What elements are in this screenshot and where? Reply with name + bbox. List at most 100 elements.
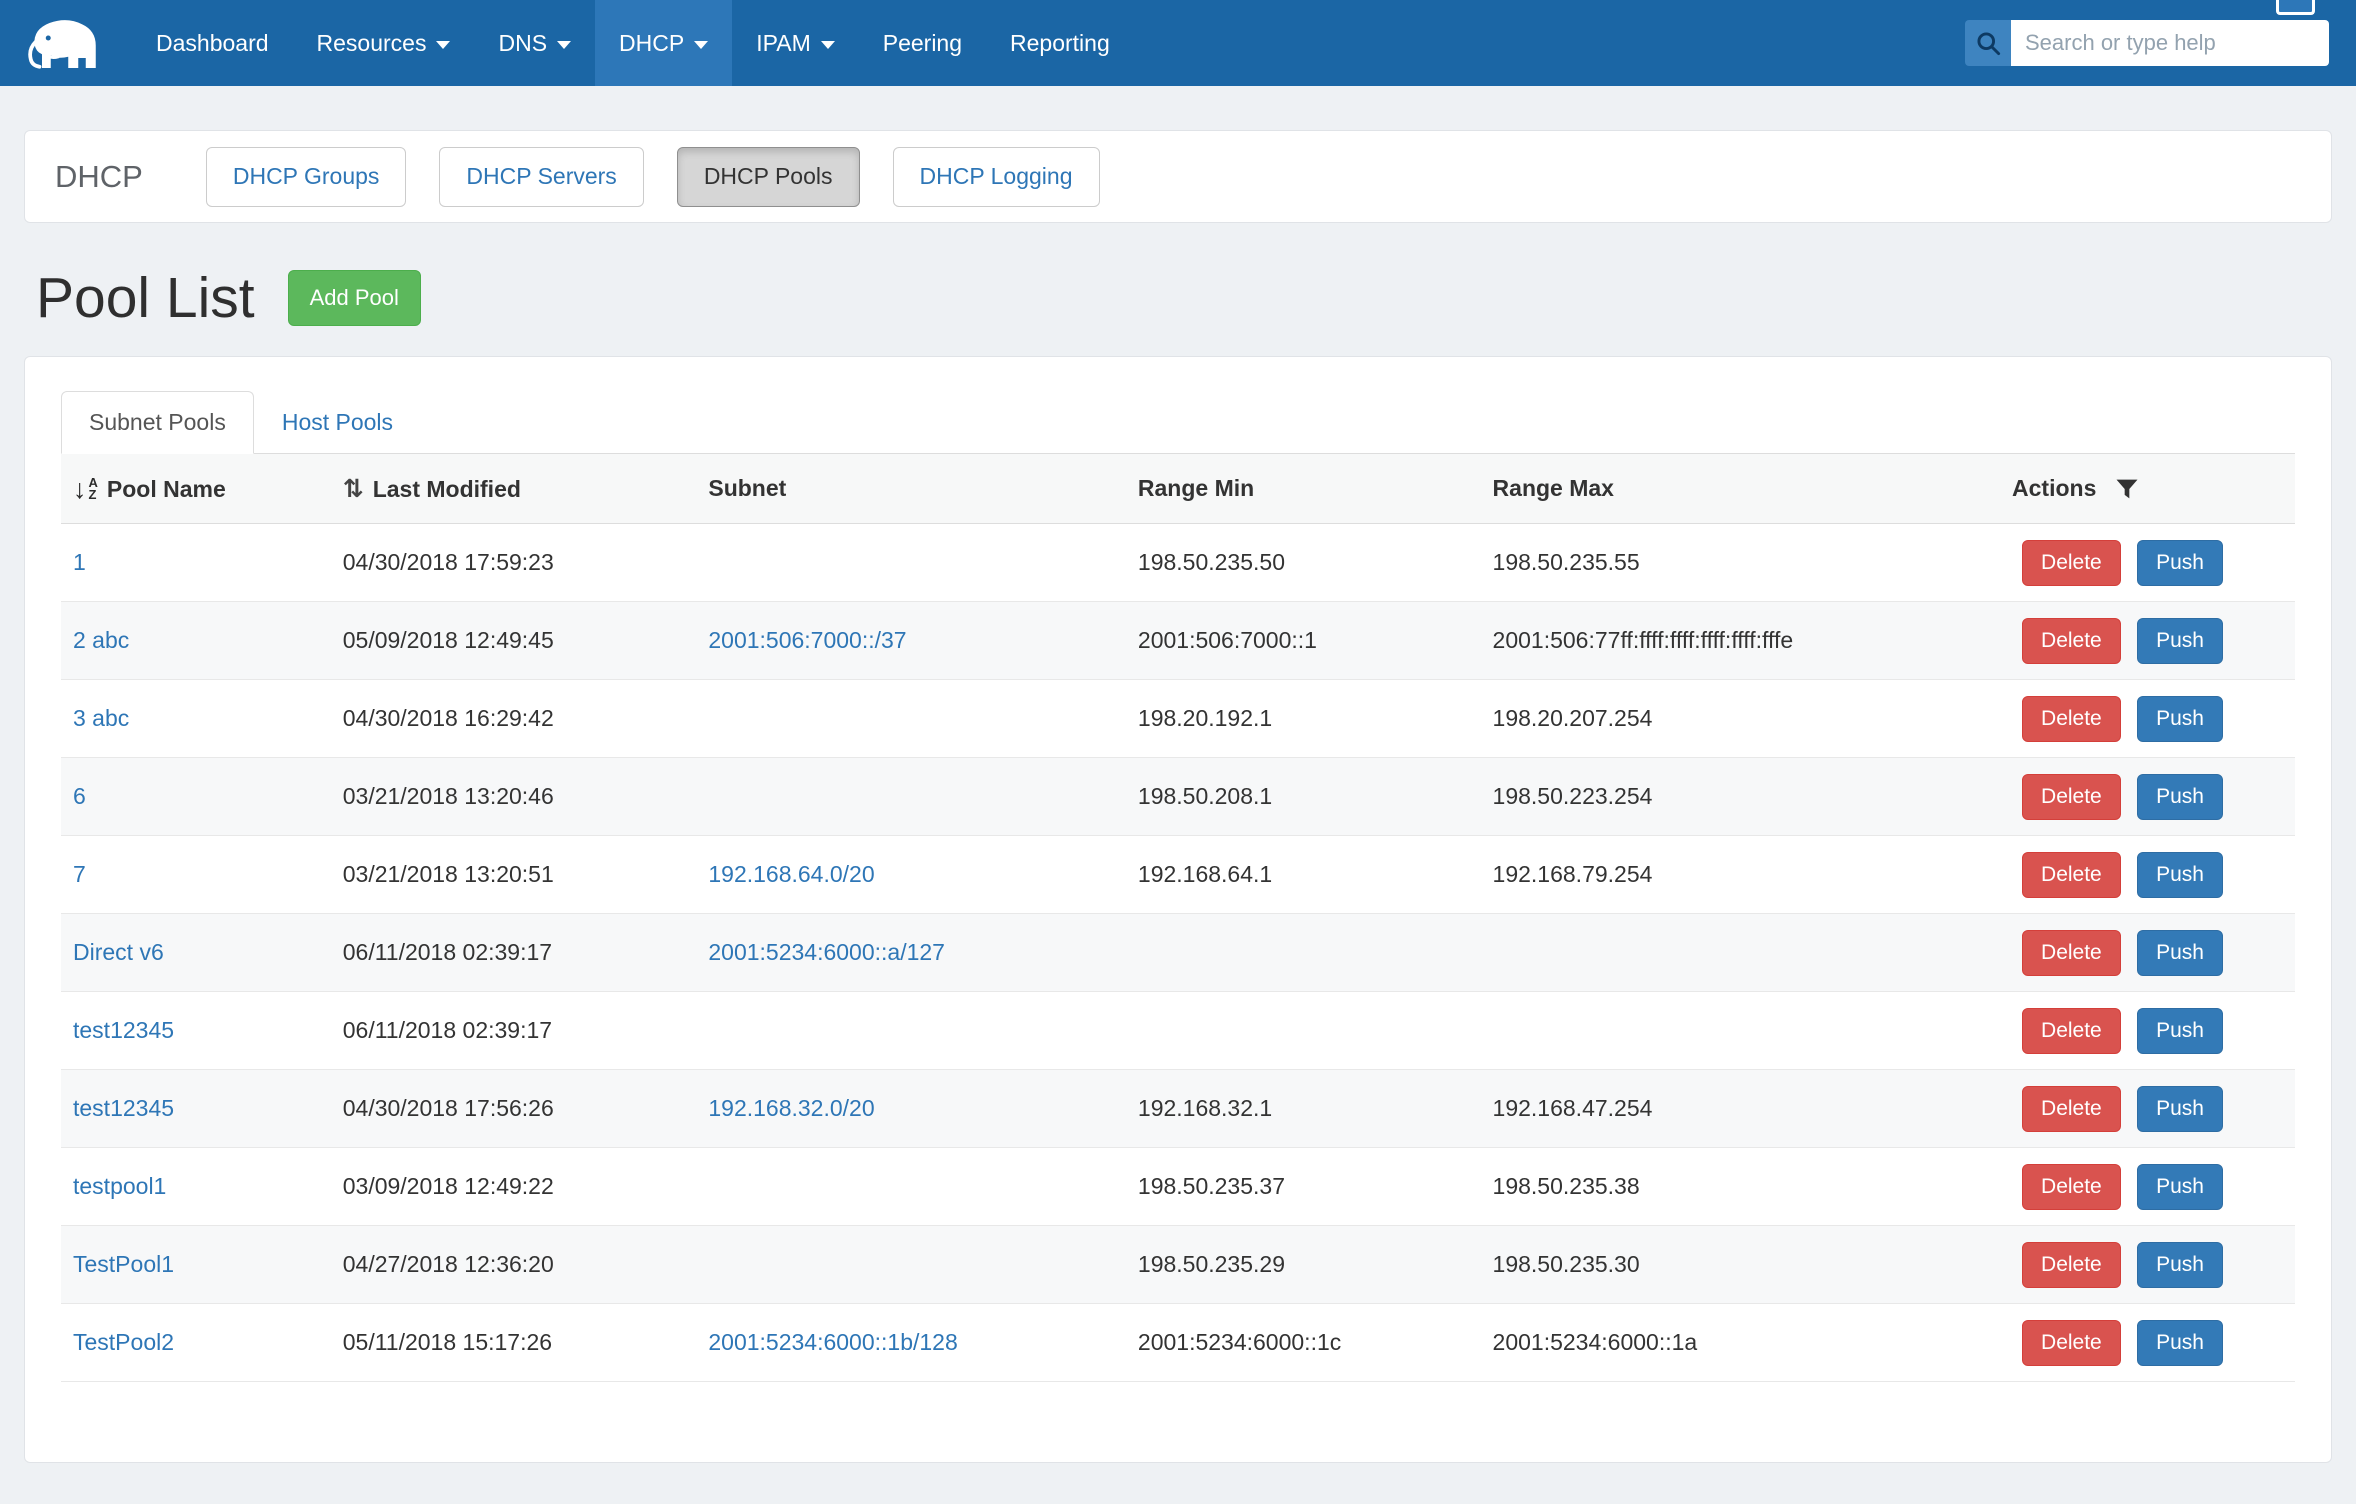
last-modified-cell: 04/30/2018 17:56:26: [331, 1070, 697, 1148]
mammoth-logo-icon: [27, 13, 102, 73]
range-min-cell: 198.50.235.29: [1126, 1226, 1481, 1304]
push-button[interactable]: Push: [2137, 774, 2223, 820]
push-button[interactable]: Push: [2137, 696, 2223, 742]
pool-name-link[interactable]: test12345: [73, 1017, 174, 1043]
range-min-cell: 198.50.235.50: [1126, 524, 1481, 602]
nav-item-ipam[interactable]: IPAM: [732, 0, 859, 86]
subnet-link[interactable]: 192.168.32.0/20: [708, 1095, 874, 1121]
search-input[interactable]: [2011, 20, 2329, 66]
tab-host-pools[interactable]: Host Pools: [254, 391, 421, 454]
pool-name-link[interactable]: Direct v6: [73, 939, 164, 965]
push-button[interactable]: Push: [2137, 1320, 2223, 1366]
dhcp-pools-button[interactable]: DHCP Pools: [677, 147, 860, 207]
delete-button[interactable]: Delete: [2022, 1164, 2121, 1210]
delete-button[interactable]: Delete: [2022, 540, 2121, 586]
subnet-link[interactable]: 2001:5234:6000::1b/128: [708, 1329, 957, 1355]
delete-button[interactable]: Delete: [2022, 930, 2121, 976]
push-button[interactable]: Push: [2137, 1242, 2223, 1288]
table-row: TestPool2 05/11/2018 15:17:26 2001:5234:…: [61, 1304, 2295, 1382]
last-modified-cell: 03/21/2018 13:20:46: [331, 758, 697, 836]
range-max-cell: 198.20.207.254: [1481, 680, 2000, 758]
pool-name-link[interactable]: 6: [73, 783, 86, 809]
dhcp-groups-button[interactable]: DHCP Groups: [206, 147, 407, 207]
search-icon[interactable]: [1965, 20, 2011, 66]
push-button[interactable]: Push: [2137, 1164, 2223, 1210]
subnet-link[interactable]: 192.168.64.0/20: [708, 861, 874, 887]
nav-item-dhcp[interactable]: DHCP: [595, 0, 732, 86]
push-button[interactable]: Push: [2137, 1008, 2223, 1054]
nav-label: Reporting: [1010, 30, 1110, 57]
last-modified-cell: 04/30/2018 17:59:23: [331, 524, 697, 602]
last-modified-cell: 06/11/2018 02:39:17: [331, 992, 697, 1070]
nav-label: Dashboard: [156, 30, 269, 57]
delete-button[interactable]: Delete: [2022, 1320, 2121, 1366]
dhcp-logging-button[interactable]: DHCP Logging: [893, 147, 1100, 207]
global-search: [1965, 0, 2329, 86]
last-modified-cell: 05/11/2018 15:17:26: [331, 1304, 697, 1382]
push-button[interactable]: Push: [2137, 1086, 2223, 1132]
range-max-cell: 2001:506:77ff:ffff:ffff:ffff:ffff:fffe: [1481, 602, 2000, 680]
pool-name-link[interactable]: TestPool2: [73, 1329, 174, 1355]
sort-alpha-down-icon[interactable]: ↓ A Z: [73, 476, 98, 503]
delete-button[interactable]: Delete: [2022, 618, 2121, 664]
nav-item-dashboard[interactable]: Dashboard: [132, 0, 293, 86]
add-pool-button[interactable]: Add Pool: [288, 270, 421, 326]
chevron-down-icon: [557, 41, 571, 49]
last-modified-cell: 03/21/2018 13:20:51: [331, 836, 697, 914]
pool-name-link[interactable]: test12345: [73, 1095, 174, 1121]
page-title: Pool List: [36, 267, 255, 330]
push-button[interactable]: Push: [2137, 930, 2223, 976]
push-button[interactable]: Push: [2137, 852, 2223, 898]
pool-name-link[interactable]: 7: [73, 861, 86, 887]
table-row: 2 abc 05/09/2018 12:49:45 2001:506:7000:…: [61, 602, 2295, 680]
sort-icon[interactable]: ⇅: [343, 477, 364, 502]
brand-logo[interactable]: [27, 0, 102, 86]
top-right-partial-button[interactable]: [2276, 0, 2315, 15]
range-max-cell: 2001:5234:6000::1a: [1481, 1304, 2000, 1382]
dhcp-subnav: DHCP DHCP Groups DHCP Servers DHCP Pools…: [24, 130, 2332, 223]
range-max-cell: 198.50.235.30: [1481, 1226, 2000, 1304]
dhcp-servers-button[interactable]: DHCP Servers: [439, 147, 643, 207]
table-row: 7 03/21/2018 13:20:51 192.168.64.0/20 19…: [61, 836, 2295, 914]
delete-button[interactable]: Delete: [2022, 774, 2121, 820]
delete-button[interactable]: Delete: [2022, 1086, 2121, 1132]
pool-name-link[interactable]: 3 abc: [73, 705, 129, 731]
range-min-cell: 2001:5234:6000::1c: [1126, 1304, 1481, 1382]
pool-name-link[interactable]: testpool1: [73, 1173, 166, 1199]
table-row: test12345 04/30/2018 17:56:26 192.168.32…: [61, 1070, 2295, 1148]
column-header-actions: Actions: [2000, 454, 2295, 524]
nav-item-reporting[interactable]: Reporting: [986, 0, 1134, 86]
page-header: Pool List Add Pool: [36, 267, 2356, 330]
filter-icon[interactable]: [2113, 475, 2141, 503]
subnet-link[interactable]: 2001:5234:6000::a/127: [708, 939, 945, 965]
delete-button[interactable]: Delete: [2022, 1242, 2121, 1288]
pool-name-link[interactable]: 2 abc: [73, 627, 129, 653]
nav-item-resources[interactable]: Resources: [293, 0, 475, 86]
pool-name-link[interactable]: TestPool1: [73, 1251, 174, 1277]
range-min-cell: 198.20.192.1: [1126, 680, 1481, 758]
range-max-cell: 198.50.235.55: [1481, 524, 2000, 602]
pool-table-body: 1 04/30/2018 17:59:23 198.50.235.50 198.…: [61, 524, 2295, 1382]
chevron-down-icon: [694, 41, 708, 49]
table-row: testpool1 03/09/2018 12:49:22 198.50.235…: [61, 1148, 2295, 1226]
pool-name-link[interactable]: 1: [73, 549, 86, 575]
subnet-link[interactable]: 2001:506:7000::/37: [708, 627, 906, 653]
push-button[interactable]: Push: [2137, 540, 2223, 586]
range-min-cell: [1126, 992, 1481, 1070]
tab-subnet-pools[interactable]: Subnet Pools: [61, 391, 254, 454]
delete-button[interactable]: Delete: [2022, 696, 2121, 742]
nav-item-dns[interactable]: DNS: [474, 0, 595, 86]
column-header-range-max: Range Max: [1481, 454, 2000, 524]
chevron-down-icon: [436, 41, 450, 49]
delete-button[interactable]: Delete: [2022, 852, 2121, 898]
table-row: test12345 06/11/2018 02:39:17 Delete Pus…: [61, 992, 2295, 1070]
top-navbar: Dashboard Resources DNS DHCP IPAM Peerin…: [0, 0, 2356, 86]
column-header-pool-name[interactable]: ↓ A Z Pool Name: [61, 454, 331, 524]
column-header-range-min: Range Min: [1126, 454, 1481, 524]
nav-label: Peering: [883, 30, 962, 57]
delete-button[interactable]: Delete: [2022, 1008, 2121, 1054]
table-row: 6 03/21/2018 13:20:46 198.50.208.1 198.5…: [61, 758, 2295, 836]
column-header-last-modified[interactable]: ⇅ Last Modified: [331, 454, 697, 524]
nav-item-peering[interactable]: Peering: [859, 0, 986, 86]
push-button[interactable]: Push: [2137, 618, 2223, 664]
